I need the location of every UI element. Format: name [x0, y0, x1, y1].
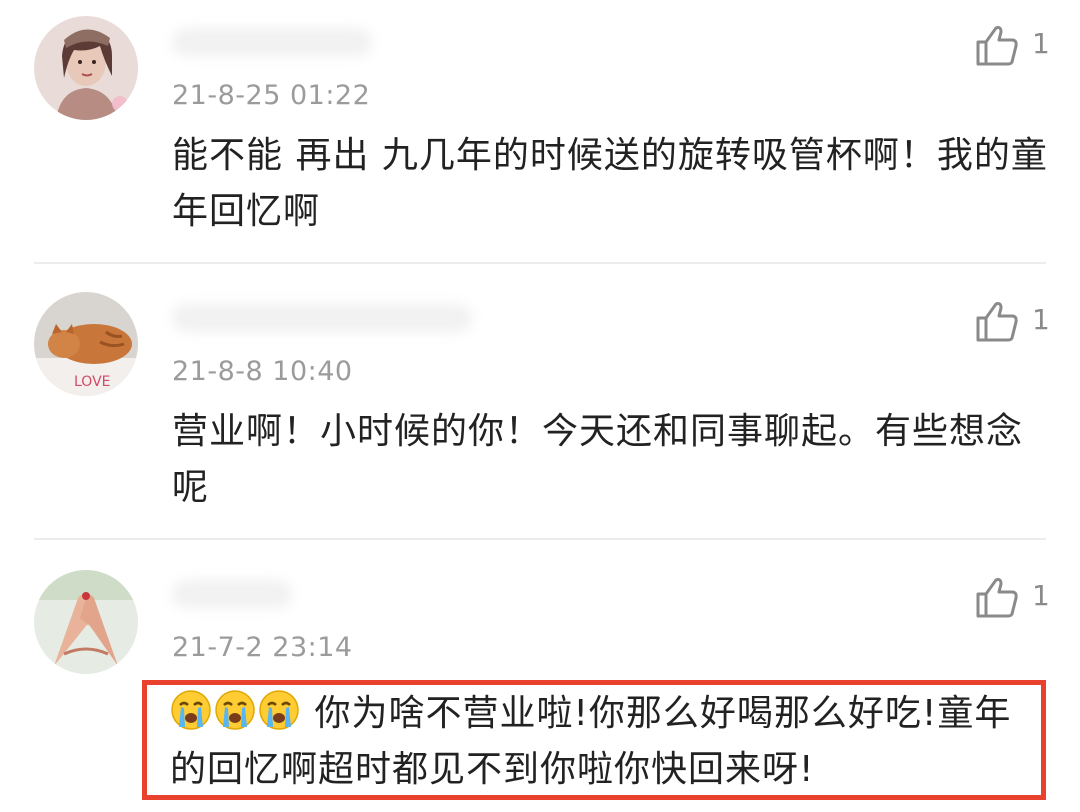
- username-blurred: [172, 580, 292, 608]
- comment-timestamp: 21-8-8 10:40: [172, 356, 353, 387]
- like-count: 1: [1032, 303, 1050, 336]
- comment-text: 营业啊！小时候的你！今天还和同事聊起。有些想念呢: [172, 411, 1024, 508]
- comment-text: 能不能 再出 九几年的时候送的旋转吸管杯啊！我的童年回忆啊: [172, 135, 1048, 232]
- user-avatar[interactable]: [34, 570, 138, 674]
- username-blurred: [172, 304, 472, 332]
- comment-timestamp: 21-7-2 23:14: [172, 632, 353, 663]
- divider: [34, 262, 1046, 264]
- thumbs-up-icon: [976, 578, 1018, 618]
- like-button[interactable]: 1: [974, 24, 1054, 68]
- thumbs-up-icon: [976, 302, 1018, 342]
- user-avatar[interactable]: [34, 16, 138, 120]
- divider: [34, 538, 1046, 540]
- username-blurred: [172, 28, 372, 56]
- comment-timestamp: 21-8-25 01:22: [172, 80, 371, 111]
- svg-text:LOVE: LOVE: [74, 374, 111, 390]
- thumbs-up-icon: [976, 26, 1018, 66]
- hands-gesture-icon: [34, 570, 138, 674]
- woman-illustration-icon: [34, 16, 138, 120]
- like-button[interactable]: 1: [974, 300, 1054, 344]
- sleeping-cat-icon: LOVE: [34, 292, 138, 396]
- like-count: 1: [1032, 579, 1050, 612]
- user-avatar[interactable]: LOVE: [34, 292, 138, 396]
- like-count: 1: [1032, 27, 1050, 60]
- highlight-annotation-box: [142, 680, 1046, 800]
- like-button[interactable]: 1: [974, 576, 1054, 620]
